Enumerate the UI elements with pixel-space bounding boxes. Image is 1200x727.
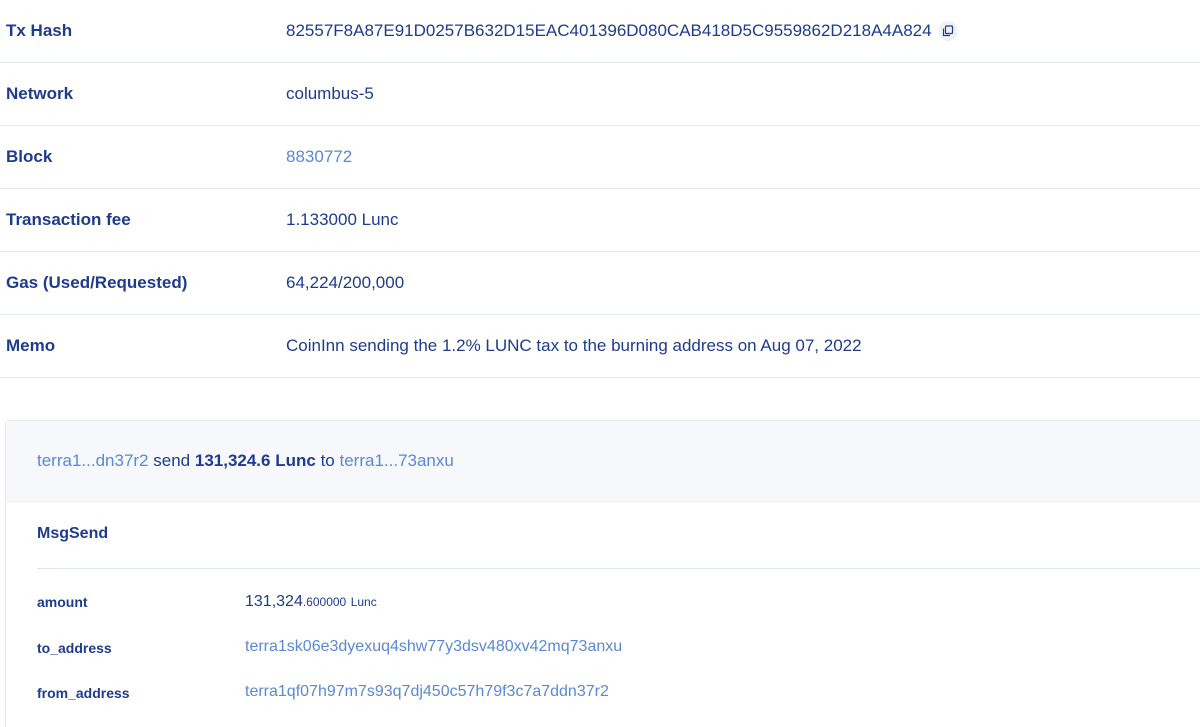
message-card: terra1...dn37r2 send 131,324.6 Lunc to t… <box>5 420 1200 727</box>
summary-verb: send <box>153 451 191 470</box>
tx-hash-row: Tx Hash 82557F8A87E91D0257B632D15EAC4013… <box>0 0 1200 63</box>
block-label: Block <box>6 147 53 166</box>
amount-field-value: 131,324.600000 Lunc <box>245 593 377 611</box>
fee-value: 1.133000 Lunc <box>286 210 399 229</box>
message-summary: terra1...dn37r2 send 131,324.6 Lunc to t… <box>6 421 1200 502</box>
memo-row: Memo CoinInn sending the 1.2% LUNC tax t… <box>0 315 1200 378</box>
to-address-link[interactable]: terra1sk06e3dyexuq4shw77y3dsv480xv42mq73… <box>245 638 622 656</box>
copy-icon[interactable] <box>937 21 958 41</box>
network-label: Network <box>6 84 74 103</box>
network-value: columbus-5 <box>286 84 374 103</box>
amount-decimal: .600000 <box>302 595 347 609</box>
summary-to-address-link[interactable]: terra1...73anxu <box>339 451 453 471</box>
amount-field-label: amount <box>37 594 88 610</box>
amount-unit: Lunc <box>350 595 377 609</box>
amount-integer: 131,324 <box>245 593 303 610</box>
transaction-info-table: Tx Hash 82557F8A87E91D0257B632D15EAC4013… <box>0 0 1200 378</box>
summary-preposition: to <box>320 451 335 470</box>
gas-label: Gas (Used/Requested) <box>6 273 188 292</box>
gas-row: Gas (Used/Requested) 64,224/200,000 <box>0 252 1200 315</box>
message-type-title: MsgSend <box>37 525 109 542</box>
from-address-field-label: from_address <box>37 685 130 701</box>
fee-label: Transaction fee <box>6 210 131 229</box>
from-address-link[interactable]: terra1qf07h97m7s93q7dj450c57h79f3c7a7ddn… <box>245 683 609 701</box>
tx-hash-value: 82557F8A87E91D0257B632D15EAC401396D080CA… <box>286 21 932 40</box>
block-link[interactable]: 8830772 <box>286 147 352 167</box>
memo-value: CoinInn sending the 1.2% LUNC tax to the… <box>286 336 862 355</box>
gas-value: 64,224/200,000 <box>286 273 405 292</box>
memo-label: Memo <box>6 336 56 355</box>
block-row: Block 8830772 <box>0 126 1200 189</box>
fee-row: Transaction fee 1.133000 Lunc <box>0 189 1200 252</box>
tx-hash-value-container: 82557F8A87E91D0257B632D15EAC401396D080CA… <box>286 21 958 41</box>
summary-from-address-link[interactable]: terra1...dn37r2 <box>37 451 149 471</box>
tx-hash-label: Tx Hash <box>6 21 73 40</box>
to-address-field-label: to_address <box>37 640 112 656</box>
transaction-page: Tx Hash 82557F8A87E91D0257B632D15EAC4013… <box>0 0 1200 727</box>
summary-amount: 131,324.6 Lunc <box>194 451 316 470</box>
network-row: Network columbus-5 <box>0 63 1200 126</box>
message-divider <box>37 568 1200 569</box>
